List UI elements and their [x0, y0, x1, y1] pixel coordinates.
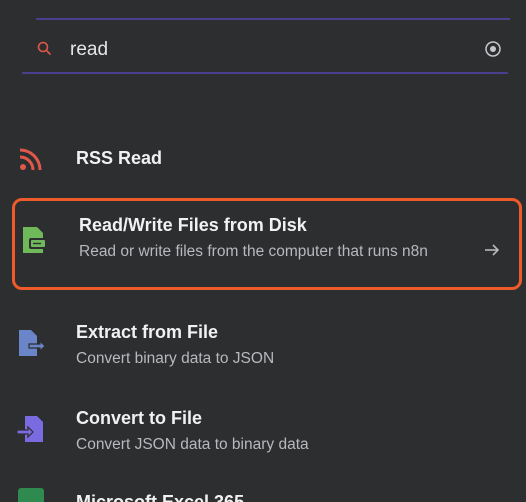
arrow-right-icon — [485, 244, 500, 256]
result-item-microsoft-excel[interactable]: Microsoft Excel 365 — [12, 484, 522, 502]
search-icon — [37, 41, 51, 55]
result-title: Read/Write Files from Disk — [79, 215, 307, 235]
result-title: Microsoft Excel 365 — [76, 492, 245, 502]
clear-circle-icon[interactable] — [484, 40, 502, 58]
node-search-panel: RSS Read Read/Write Files from Disk Read… — [0, 0, 526, 502]
result-item-extract-from-file[interactable]: Extract from File Convert binary data to… — [12, 312, 522, 376]
extract-file-icon — [19, 330, 46, 356]
search-box[interactable] — [22, 26, 508, 74]
convert-file-icon — [16, 416, 43, 442]
result-item-convert-to-file[interactable]: Convert to File Convert JSON data to bin… — [12, 398, 522, 462]
result-title: Convert to File — [76, 408, 203, 428]
search-input[interactable] — [70, 36, 450, 64]
result-description: Convert binary data to JSON — [76, 350, 275, 367]
top-divider — [36, 18, 510, 20]
excel-icon — [18, 488, 44, 502]
result-title: RSS Read — [76, 148, 163, 168]
result-item-read-write-files[interactable]: Read/Write Files from Disk Read or write… — [12, 198, 522, 290]
file-disk-icon — [23, 227, 47, 253]
result-description: Read or write files from the computer th… — [79, 243, 428, 260]
result-description: Convert JSON data to binary data — [76, 436, 309, 453]
result-title: Extract from File — [76, 322, 219, 342]
rss-icon — [19, 148, 42, 171]
result-item-rss-read[interactable]: RSS Read — [12, 140, 522, 180]
